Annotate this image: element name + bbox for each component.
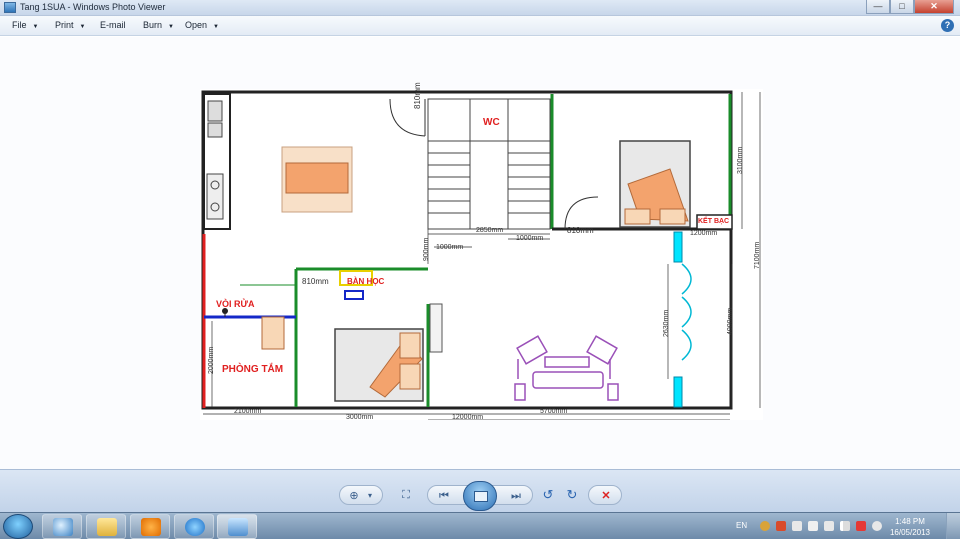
menu-print-label: Print [55, 20, 74, 30]
flag-icon[interactable] [824, 521, 834, 531]
help-icon[interactable]: ? [941, 19, 954, 32]
clock[interactable]: 1:48 PM 16/05/2013 [890, 516, 930, 538]
bathroom-door [261, 316, 285, 350]
menu-file-label: File [12, 20, 27, 30]
folder-icon [97, 518, 117, 536]
taskbar-internet-explorer[interactable] [174, 514, 214, 539]
faucet-label: VÒI RỬA [216, 299, 255, 309]
dropdown-arrow-icon: ▼ [168, 24, 174, 30]
taskbar-explorer[interactable] [86, 514, 126, 539]
safe-box-label: KẾT BẠC [698, 218, 730, 225]
window-controls: — □ ✕ [866, 0, 954, 14]
next-button[interactable]: ⏭ [506, 486, 526, 506]
dropdown-arrow-icon: ▼ [79, 24, 86, 30]
media-player-icon [141, 518, 161, 536]
dim-810-top: 810mm [413, 82, 422, 109]
photo-viewer-app-icon [4, 2, 16, 13]
outer-wall [201, 90, 733, 410]
tray-app-icon[interactable] [776, 521, 786, 531]
tray-app-icon[interactable] [808, 521, 818, 531]
dim-2850: 2850mm [476, 227, 504, 234]
menu-file[interactable]: File ▼ [12, 20, 38, 30]
network-icon[interactable] [840, 521, 850, 531]
tray-app-icon[interactable] [760, 521, 770, 531]
viewer-toolbar: ⊕ ▾ ⛶ ⏮ ⏭ ↺ ↻ ✕ [0, 469, 960, 512]
clock-time: 1:48 PM [895, 517, 925, 526]
dim-810-mid: 810mm [567, 226, 594, 235]
rotate-counterclockwise-button[interactable]: ↺ [539, 485, 557, 505]
menu-burn[interactable]: Burn ▼ [143, 20, 174, 30]
dim-3000: 3000mm [346, 414, 374, 421]
rotate-clockwise-button[interactable]: ↻ [563, 485, 581, 505]
dim-2100: 2100mm [234, 408, 262, 415]
show-desktop-button[interactable] [946, 513, 960, 539]
dim-4000: 4000mm [727, 307, 734, 335]
taskbar-search[interactable] [42, 514, 82, 539]
floor-plan-image: WC KẾT BẠC BÀN HỌC VÒI RỬA PHÒNG TẮM 810… [200, 82, 763, 421]
dim-2630: 2630mm [663, 309, 670, 337]
title-bar: Tang 1SUA - Windows Photo Viewer — □ ✕ [0, 0, 960, 16]
zoom-icon: ⊕ [349, 490, 359, 502]
menu-print[interactable]: Print ▼ [55, 20, 85, 30]
taskbar-photo-viewer[interactable] [217, 514, 257, 539]
wc-label: WC [483, 117, 500, 128]
menu-bar: File ▼ Print ▼ E-mail Burn ▼ Open ▼ ? [0, 16, 960, 36]
volume-icon[interactable] [872, 521, 882, 531]
previous-button[interactable]: ⏮ [434, 486, 454, 506]
dim-1000-a: 1000mm [436, 244, 464, 251]
taskbar-media-player[interactable] [130, 514, 170, 539]
dim-12000: 12000mm [452, 414, 484, 421]
dropdown-arrow-icon: ▼ [213, 24, 219, 30]
dim-5700: 5700mm [540, 408, 568, 415]
slideshow-button[interactable] [463, 481, 497, 511]
menu-burn-label: Burn [143, 20, 163, 30]
minimize-button[interactable]: — [866, 0, 890, 14]
internet-explorer-icon [185, 518, 205, 536]
dim-1200: 1200mm [690, 230, 718, 237]
search-icon [53, 518, 73, 536]
antivirus-icon[interactable] [856, 521, 866, 531]
photo-viewer-icon [228, 518, 248, 536]
dim-3100: 3100mm [737, 146, 744, 174]
dim-2000: 2000mm [208, 346, 215, 374]
menu-email-label: E-mail [100, 20, 126, 30]
sofa-set [514, 335, 619, 401]
window-title: Tang 1SUA - Windows Photo Viewer [20, 2, 166, 12]
dim-1000-b: 1000mm [516, 235, 544, 242]
chevron-down-icon: ▾ [367, 491, 372, 500]
menu-open-label: Open [185, 20, 208, 30]
menu-email[interactable]: E-mail [100, 20, 126, 30]
dim-7100: 7100mm [754, 241, 761, 269]
zoom-button[interactable]: ⊕ ▾ [339, 485, 383, 505]
dim-810-left: 810mm [302, 277, 329, 286]
clock-date: 16/05/2013 [889, 528, 930, 537]
tv-cabinet [429, 303, 443, 353]
close-button[interactable]: ✕ [914, 0, 954, 14]
dim-900: 900mm [423, 237, 430, 261]
slideshow-icon [474, 491, 488, 502]
maximize-button[interactable]: □ [890, 0, 914, 14]
fit-to-window-button[interactable]: ⛶ [396, 485, 416, 505]
language-indicator[interactable]: EN [736, 521, 747, 530]
bathroom-label: PHÒNG TẮM [222, 364, 284, 375]
study-desk-label: BÀN HỌC [347, 277, 385, 286]
menu-open[interactable]: Open ▼ [185, 20, 219, 30]
windows-taskbar: EN 1:48 PM 16/05/2013 [0, 512, 960, 539]
dropdown-arrow-icon: ▼ [32, 24, 39, 30]
tray-app-icon[interactable] [792, 521, 802, 531]
floor-plan-drawing [201, 90, 761, 420]
delete-button[interactable]: ✕ [588, 485, 622, 505]
delete-icon: ✕ [601, 490, 611, 502]
system-tray: EN 1:48 PM 16/05/2013 [730, 513, 960, 539]
start-button[interactable] [3, 514, 33, 539]
window-pillar [673, 231, 683, 263]
